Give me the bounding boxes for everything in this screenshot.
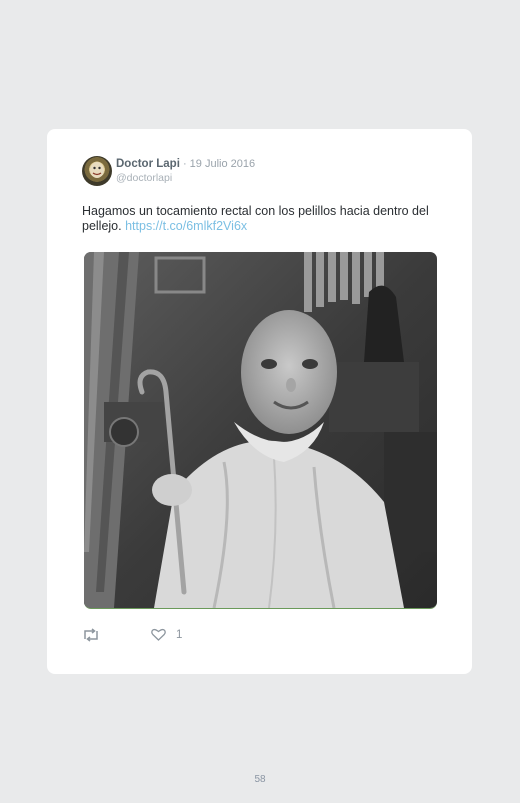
author-name[interactable]: Doctor Lapi [116,158,180,170]
like-count: 1 [176,628,183,641]
tweet-link[interactable]: https://t.co/6mlkf2Vi6x [125,219,247,233]
page-number: 58 [254,774,266,785]
author-handle[interactable]: @doctorlapi [116,172,172,184]
retweet-icon [84,628,98,642]
heart-icon [151,628,166,641]
avatar[interactable] [82,156,112,186]
tweet-header: Doctor Lapi · 19 Julio 2016 [116,158,255,170]
retweet-button[interactable] [82,628,100,647]
tweet-card: Doctor Lapi · 19 Julio 2016 @doctorlapi … [47,129,472,674]
tweet-date[interactable]: 19 Julio 2016 [190,158,255,170]
tweet-text: Hagamos un tocamiento rectal con los pel… [82,204,442,234]
tweet-media-photo[interactable] [84,252,437,609]
header-separator: · [179,158,190,170]
like-button[interactable]: 1 [151,628,182,641]
